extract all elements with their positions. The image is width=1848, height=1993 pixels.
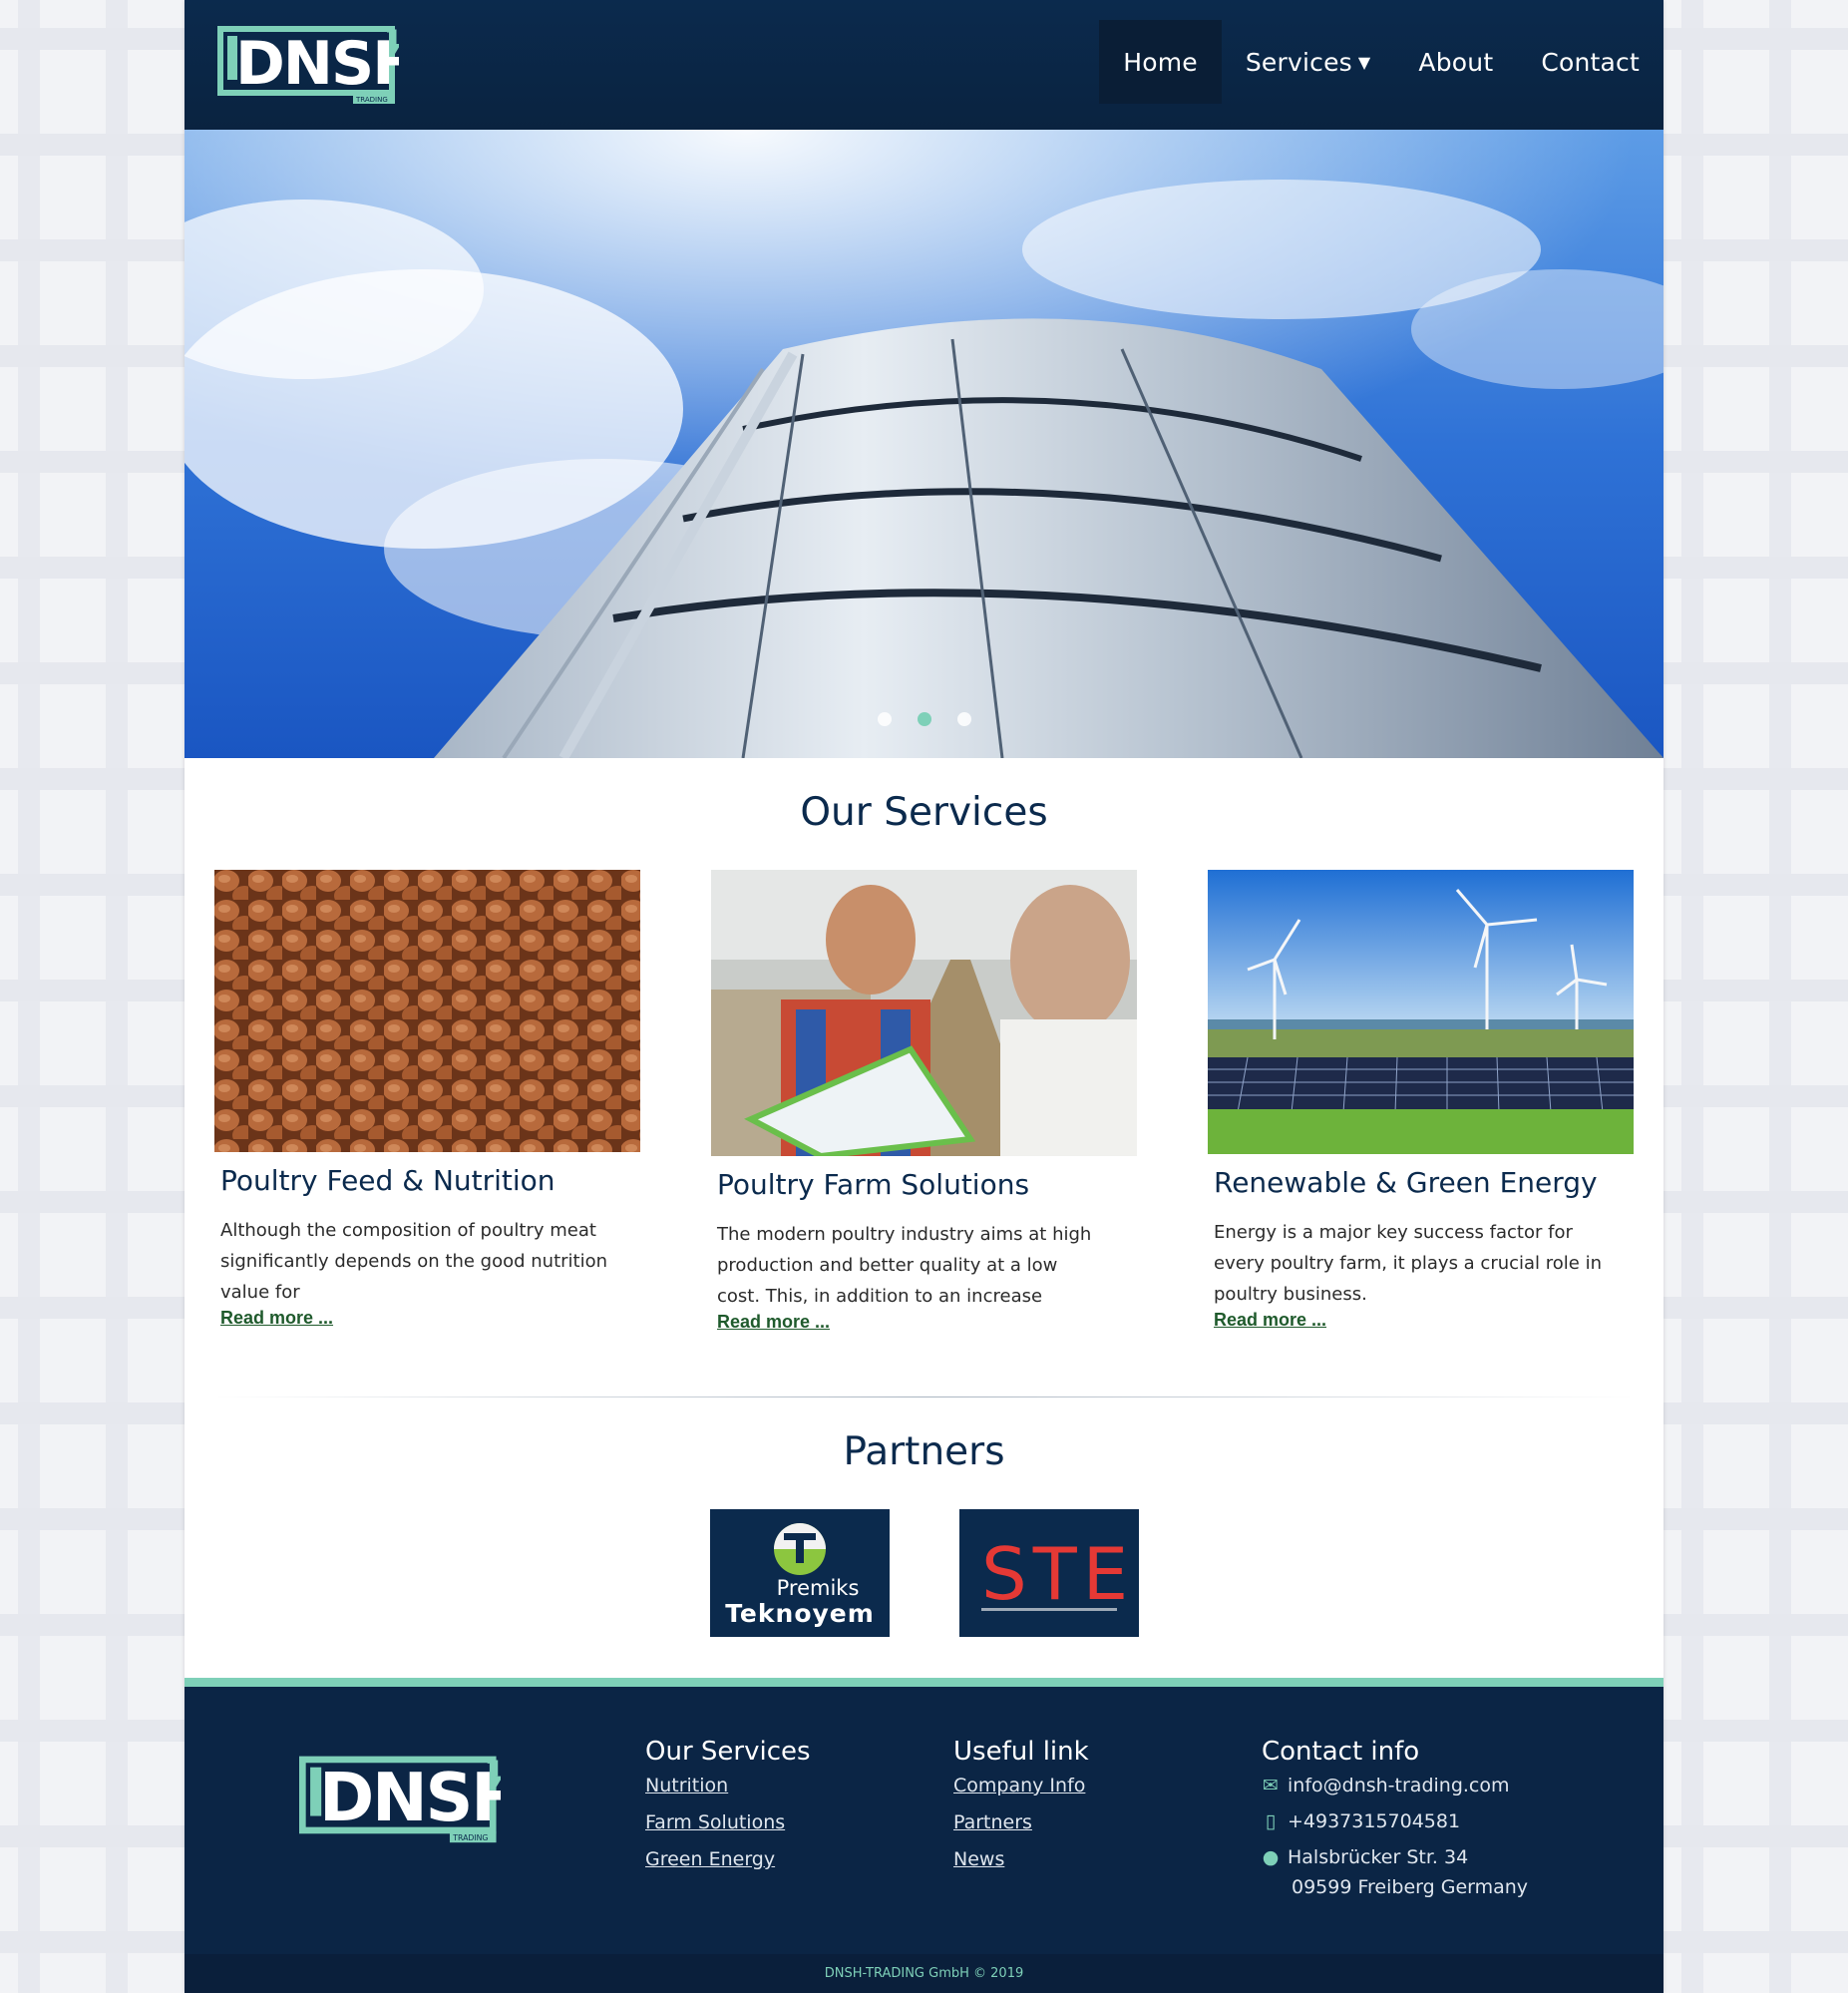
nav-home[interactable]: Home	[1099, 20, 1222, 104]
footer-address: ● Halsbrücker Str. 34	[1262, 1846, 1528, 1868]
footer-logo[interactable]: DNSH TRADING	[299, 1755, 527, 1846]
map-marker-icon: ●	[1262, 1846, 1280, 1868]
partners-heading: Partners	[843, 1429, 1005, 1474]
slider-dot-3[interactable]	[956, 712, 971, 726]
footer-phone[interactable]: ▯ +4937315704581	[1262, 1810, 1528, 1832]
services-cards: Poultry Feed & Nutrition Although the co…	[214, 870, 1634, 1333]
background-pattern-left	[0, 0, 185, 1993]
services-heading: Our Services	[800, 790, 1048, 835]
site-footer: DNSH TRADING Our Services Nutrition Farm…	[185, 1687, 1663, 1954]
footer-email[interactable]: ✉ info@dnsh-trading.com	[1262, 1775, 1528, 1796]
partners-logos: Premiks Teknoyem STE	[710, 1509, 1139, 1637]
svg-text:DNSH: DNSH	[235, 29, 399, 99]
nav-contact[interactable]: Contact	[1517, 20, 1663, 104]
footer-link-company-info[interactable]: Company Info	[953, 1775, 1089, 1796]
partner-premiks-logo[interactable]: Premiks Teknoyem	[710, 1509, 890, 1637]
slider-dot-1[interactable]	[877, 712, 892, 726]
service-title-energy: Renewable & Green Energy	[1214, 1166, 1598, 1199]
service-title-feed: Poultry Feed & Nutrition	[220, 1164, 555, 1197]
footer-link-farm-solutions[interactable]: Farm Solutions	[645, 1811, 811, 1833]
footer-link-nutrition[interactable]: Nutrition	[645, 1775, 811, 1796]
nav-home-label: Home	[1123, 47, 1198, 77]
slider-dots	[185, 712, 1663, 726]
footer-address-line1: Halsbrücker Str. 34	[1288, 1846, 1469, 1868]
page-container: DNSH TRADING Home Services ▼ About Contac…	[185, 0, 1663, 1993]
wind-solar-image	[1208, 870, 1634, 1154]
svg-text:STE: STE	[981, 1532, 1134, 1616]
svg-text:DNSH: DNSH	[319, 1759, 501, 1836]
site-header: DNSH TRADING Home Services ▼ About Contac…	[185, 0, 1663, 130]
nav-services[interactable]: Services ▼	[1222, 20, 1395, 104]
service-card-feed: Poultry Feed & Nutrition Although the co…	[214, 870, 640, 1333]
read-more-farm-link[interactable]: Read more ...	[717, 1312, 830, 1333]
footer-email-text: info@dnsh-trading.com	[1288, 1775, 1510, 1796]
hero-slider[interactable]	[185, 130, 1663, 758]
footer-useful-title: Useful link	[953, 1737, 1089, 1767]
footer-phone-text: +4937315704581	[1288, 1810, 1461, 1832]
nav-about-label: About	[1418, 47, 1494, 77]
section-divider	[214, 1396, 1634, 1397]
service-card-farm: Poultry Farm Solutions The modern poultr…	[711, 870, 1137, 1333]
footer-link-partners[interactable]: Partners	[953, 1811, 1089, 1833]
svg-text:TRADING: TRADING	[355, 96, 388, 104]
footer-contact-title: Contact info	[1262, 1737, 1420, 1767]
slider-dot-2[interactable]	[917, 712, 931, 726]
partner-ste-logo[interactable]: STE	[959, 1509, 1139, 1637]
caret-down-icon: ▼	[1357, 52, 1371, 72]
farm-workers-image	[711, 870, 1137, 1156]
nav-services-label: Services	[1245, 47, 1352, 77]
service-text-feed: Although the composition of poultry meat…	[220, 1220, 608, 1303]
footer-accent-strip	[185, 1678, 1663, 1687]
footer-link-news[interactable]: News	[953, 1848, 1089, 1870]
background-pattern-right	[1663, 0, 1848, 1993]
site-logo[interactable]: DNSH TRADING	[217, 26, 422, 106]
footer-services-column: Our Services Nutrition Farm Solutions Gr…	[645, 1737, 811, 1885]
nav-contact-label: Contact	[1541, 47, 1640, 77]
service-card-energy: Renewable & Green Energy Energy is a maj…	[1208, 870, 1634, 1333]
service-text-energy: Energy is a major key success factor for…	[1214, 1222, 1603, 1305]
read-more-energy-link[interactable]: Read more ...	[1214, 1310, 1326, 1331]
svg-text:TRADING: TRADING	[452, 1833, 488, 1842]
main-nav: Home Services ▼ About Contact	[1099, 20, 1663, 104]
footer-contact-column: Contact info ✉ info@dnsh-trading.com ▯ +…	[1262, 1737, 1528, 1912]
hero-silo-image	[185, 130, 1663, 758]
footer-useful-column: Useful link Company Info Partners News	[953, 1737, 1089, 1885]
read-more-feed-link[interactable]: Read more ...	[220, 1308, 333, 1329]
mobile-phone-icon: ▯	[1265, 1810, 1277, 1832]
envelope-icon: ✉	[1263, 1775, 1279, 1796]
footer-address-line2: 09599 Freiberg Germany	[1292, 1876, 1529, 1898]
feed-pellets-image	[214, 870, 640, 1152]
footer-link-green-energy[interactable]: Green Energy	[645, 1848, 811, 1870]
copyright-text: DNSH-TRADING GmbH © 2019	[185, 1954, 1663, 1993]
service-title-farm: Poultry Farm Solutions	[717, 1168, 1030, 1201]
nav-about[interactable]: About	[1394, 20, 1517, 104]
footer-services-title: Our Services	[645, 1737, 811, 1767]
partner-premiks-line2: Teknoyem	[725, 1599, 875, 1628]
service-text-farm: The modern poultry industry aims at high…	[717, 1224, 1092, 1307]
partner-premiks-line1: Premiks	[776, 1576, 860, 1600]
